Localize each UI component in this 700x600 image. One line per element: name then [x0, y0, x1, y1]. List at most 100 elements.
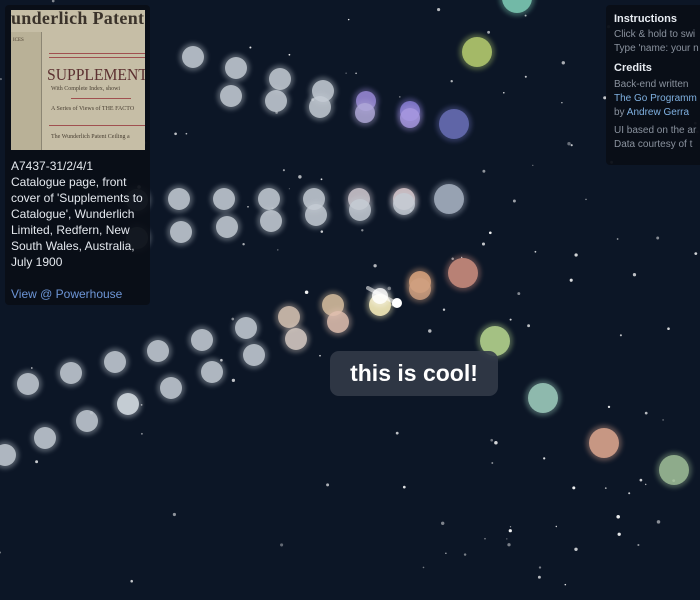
star	[282, 169, 285, 172]
star	[30, 367, 33, 369]
orb	[439, 109, 469, 139]
orb	[225, 57, 247, 79]
star	[667, 327, 670, 331]
credits-line: Data courtesy of t	[614, 139, 693, 150]
star	[574, 547, 578, 551]
orb	[528, 383, 558, 413]
artifact-caption: A7437-31/2/4/1 Catalogue page, front cov…	[11, 159, 143, 269]
orb	[409, 278, 431, 300]
star	[326, 483, 330, 487]
star	[508, 529, 512, 533]
orb	[589, 428, 619, 458]
thumbnail-subtitle-2: A Series of Views of THE FACTO	[51, 106, 135, 112]
star	[442, 308, 446, 311]
star	[249, 46, 252, 49]
thumbnail-side-column: ICES	[11, 32, 42, 150]
star	[644, 411, 648, 415]
star	[185, 132, 188, 135]
star	[304, 290, 309, 294]
orb	[201, 361, 223, 383]
star	[130, 579, 133, 583]
star	[569, 278, 573, 282]
orb	[243, 344, 265, 366]
orb	[309, 96, 331, 118]
star	[585, 198, 587, 201]
star	[395, 431, 399, 435]
star	[517, 292, 521, 296]
star	[494, 441, 498, 445]
star	[422, 566, 425, 569]
author-link[interactable]: Andrew Gerra	[627, 107, 689, 118]
thumbnail-rule	[49, 57, 145, 58]
star	[632, 273, 637, 277]
artifact-thumbnail[interactable]: underlich Patent ICES SUPPLEMENTS TO Wit…	[11, 10, 145, 150]
star	[509, 318, 512, 321]
star	[570, 144, 573, 147]
orb	[160, 377, 182, 399]
star	[524, 14, 527, 17]
star	[51, 0, 55, 3]
orb	[220, 85, 242, 107]
star	[398, 96, 401, 98]
star	[567, 142, 571, 146]
star	[604, 487, 607, 489]
star	[361, 229, 364, 232]
star	[347, 18, 350, 21]
star	[527, 324, 531, 328]
orb	[393, 193, 415, 215]
star	[534, 250, 537, 253]
orb	[269, 68, 291, 90]
orb	[258, 188, 280, 210]
star	[656, 236, 660, 240]
orb	[60, 362, 82, 384]
view-powerhouse-link[interactable]: View @ Powerhouse	[11, 287, 122, 301]
instructions-heading: Instructions	[614, 13, 677, 25]
star	[572, 486, 576, 490]
star	[509, 526, 512, 528]
credits-line: Back-end written	[614, 79, 689, 90]
star	[538, 566, 542, 569]
star	[503, 92, 505, 94]
instructions-line: Click & hold to swi	[614, 29, 696, 40]
star	[507, 543, 511, 547]
star	[694, 252, 698, 256]
star	[231, 317, 235, 321]
orb	[117, 393, 139, 415]
star	[428, 329, 432, 333]
star	[242, 243, 245, 246]
orb	[76, 410, 98, 432]
orb	[213, 188, 235, 210]
star	[320, 230, 324, 233]
credits-author-line: by Andrew Gerra	[614, 107, 689, 118]
thumbnail-side-label: ICES	[13, 38, 24, 43]
credits-line: UI based on the ar	[614, 125, 697, 136]
star	[320, 178, 323, 181]
thumbnail-subtitle: With Complete Index, showi	[51, 86, 121, 92]
star	[512, 199, 516, 203]
go-language-link[interactable]: The Go Programm	[614, 93, 697, 104]
orb	[235, 317, 257, 339]
star	[140, 432, 143, 435]
thumbnail-footer: The Wunderlich Patent Ceiling a	[51, 134, 130, 140]
star	[445, 552, 447, 554]
orb	[448, 258, 478, 288]
orb	[400, 108, 420, 128]
credits-heading: Credits	[614, 62, 652, 74]
star	[616, 238, 619, 240]
star	[280, 543, 284, 547]
orb	[434, 184, 464, 214]
star	[506, 538, 508, 540]
orb	[260, 210, 282, 232]
star	[644, 483, 647, 486]
star	[355, 72, 357, 75]
star	[561, 102, 563, 104]
thumbnail-rule	[49, 53, 145, 54]
star	[484, 537, 486, 540]
star	[373, 264, 377, 268]
star	[450, 80, 453, 83]
star	[564, 583, 567, 586]
orb	[355, 103, 375, 123]
thumbnail-rule	[71, 98, 131, 99]
orb	[278, 306, 300, 328]
orb	[104, 351, 126, 373]
